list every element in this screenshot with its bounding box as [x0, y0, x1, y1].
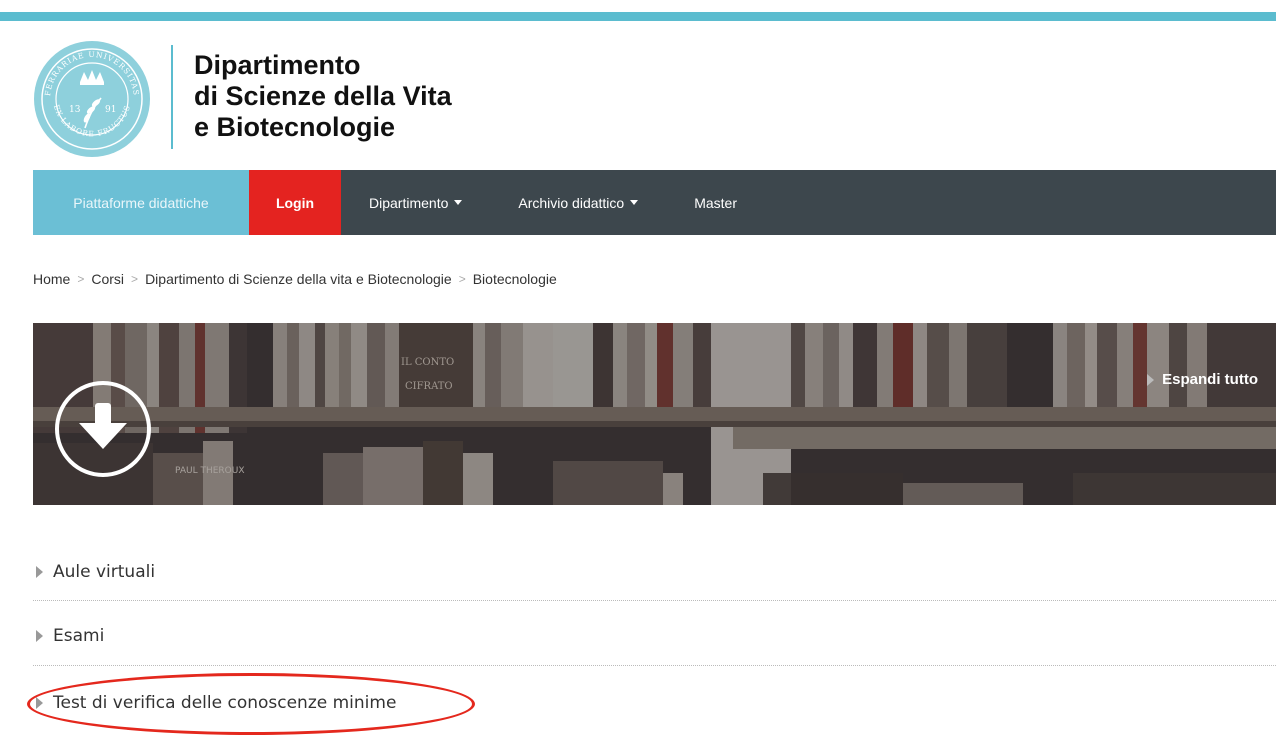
top-strip	[0, 0, 1276, 21]
nav-login-button[interactable]: Login	[249, 170, 341, 235]
triangle-right-icon	[36, 630, 43, 642]
expand-all-link[interactable]: Espandi tutto	[1147, 371, 1258, 388]
top-accent-bar	[0, 12, 1276, 21]
section-divider	[33, 600, 1276, 601]
caret-down-icon	[630, 200, 639, 205]
nav-login-label: Login	[275, 194, 315, 211]
chevron-right-icon: >	[458, 272, 466, 286]
section-divider	[33, 665, 1276, 666]
nav-dipartimento-label: Dipartimento	[369, 194, 449, 211]
nav-master[interactable]: Master	[666, 170, 765, 235]
section-label: Aule virtuali	[53, 562, 156, 582]
logo-year-right: 91	[105, 105, 116, 115]
section-aule-virtuali[interactable]: Aule virtuali	[33, 562, 1276, 582]
logo-year-left: 13	[69, 105, 81, 115]
header-divider	[171, 45, 173, 149]
course-banner: IL CONTO CIFRATO PAUL THEROUX	[33, 323, 1276, 505]
nav-piattaforme-label: Piattaforme didattiche	[73, 194, 209, 211]
nav-archivio-dropdown[interactable]: Archivio didattico	[490, 170, 666, 235]
nav-piattaforme-didattiche[interactable]: Piattaforme didattiche	[33, 170, 249, 235]
bookshelf-banner-image: IL CONTO CIFRATO PAUL THEROUX	[33, 323, 1276, 505]
expand-all-label: Espandi tutto	[1162, 371, 1258, 388]
chevron-right-icon: >	[77, 272, 85, 286]
download-circle-icon[interactable]	[53, 379, 153, 479]
section-label: Esami	[53, 626, 105, 646]
section-esami[interactable]: Esami	[33, 626, 1276, 646]
breadcrumb-corsi[interactable]: Corsi	[91, 271, 124, 287]
department-title-line-3: e Biotecnologie	[194, 112, 396, 142]
caret-down-icon	[454, 200, 463, 205]
triangle-right-icon	[36, 566, 43, 578]
breadcrumb: Home > Corsi > Dipartimento di Scienze d…	[33, 271, 557, 287]
triangle-right-icon	[1147, 373, 1155, 386]
breadcrumb-home[interactable]: Home	[33, 271, 70, 287]
department-title: Dipartimento di Scienze della Vita e Bio…	[194, 50, 452, 143]
university-seal-logo[interactable]: FERRARIAE UNIVERSITAS EX LABORE FRUCTUS …	[33, 40, 151, 158]
chevron-right-icon: >	[131, 272, 139, 286]
nav-dipartimento-dropdown[interactable]: Dipartimento	[341, 170, 490, 235]
department-title-line-2: di Scienze della Vita	[194, 81, 452, 111]
breadcrumb-current: Biotecnologie	[472, 271, 557, 287]
nav-archivio-label: Archivio didattico	[518, 194, 625, 211]
nav-master-label: Master	[694, 194, 737, 211]
breadcrumb-department[interactable]: Dipartimento di Scienze della vita e Bio…	[145, 271, 452, 287]
department-title-line-1: Dipartimento	[194, 50, 361, 80]
main-navbar: Piattaforme didattiche Login Dipartiment…	[33, 170, 1276, 235]
